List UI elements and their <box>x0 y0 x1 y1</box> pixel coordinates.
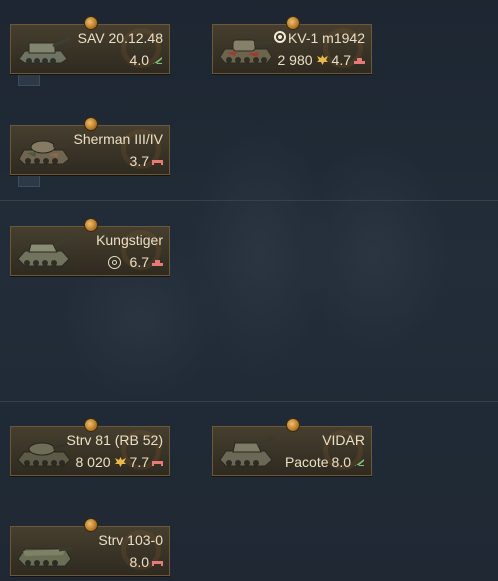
rank-medal-icon <box>84 117 98 131</box>
golden-eagle-icon <box>316 55 328 65</box>
vehicle-name: KV-1 m1942 <box>287 30 365 46</box>
vehicle-card-strv-81-rb-52[interactable]: Strv 81 (RB 52) 8 020 7.7 <box>10 418 170 476</box>
tree-connector <box>18 175 40 187</box>
row-divider <box>0 200 498 201</box>
vehicle-name: VIDAR <box>322 432 365 448</box>
vehicle-name: Sherman III/IV <box>73 131 163 147</box>
vehicle-card-kv-1-m1942[interactable]: KV-1 m1942 2 980 4.7 <box>212 16 372 74</box>
vehicle-stats: 8 020 7.7 <box>75 454 163 470</box>
vehicle-card-strv-103-0[interactable]: Strv 103-0 8.0 <box>10 518 170 576</box>
rank-medal-icon <box>84 518 98 532</box>
battle-rating: 4.7 <box>331 52 351 68</box>
heavy-tank-icon <box>219 39 274 64</box>
vehicle-stats: 8.0 <box>130 554 163 570</box>
vehicle-card-sherman-iii-iv[interactable]: Sherman III/IV 3.7 <box>10 117 170 175</box>
rank-medal-icon <box>84 218 98 232</box>
vehicle-name: Strv 81 (RB 52) <box>66 432 163 448</box>
row-divider <box>0 401 498 402</box>
target-icon <box>273 31 286 43</box>
vehicle-stats: 3.7 <box>130 153 163 169</box>
heavy-tank-role-icon <box>152 259 163 266</box>
medium-tank-icon <box>18 140 72 165</box>
vehicle-stats: 4.0 <box>130 52 163 68</box>
heavy-tank-role-icon <box>354 57 365 64</box>
vehicle-stats: Pacote 8.0 <box>285 454 365 470</box>
vehicle-name: Strv 103-0 <box>98 532 163 548</box>
medium-tank-icon <box>17 546 73 567</box>
golden-eagle-icon <box>114 457 126 467</box>
battle-rating: 7.7 <box>129 454 149 470</box>
vehicle-stats: 6.7 <box>107 254 163 270</box>
battle-rating: 3.7 <box>129 153 149 169</box>
tank-destroyer-role-icon <box>153 56 162 64</box>
spg-icon <box>18 36 71 64</box>
medium-tank-role-icon <box>152 460 163 466</box>
medium-tank-icon <box>17 441 73 467</box>
tree-connector <box>18 74 40 86</box>
research-cost: 2 980 <box>277 52 313 68</box>
vehicle-stats: 2 980 4.7 <box>277 52 365 68</box>
squadron-icon <box>107 255 121 269</box>
spg-icon <box>219 435 275 467</box>
background-haze <box>300 140 450 360</box>
tank-destroyer-role-icon <box>355 458 364 466</box>
battle-rating: 6.7 <box>129 254 149 270</box>
heavy-tank-icon <box>17 233 73 267</box>
research-cost: 8 020 <box>75 454 111 470</box>
vehicle-name: Kungstiger <box>96 232 163 248</box>
label-prefix: Pacote <box>284 454 329 470</box>
battle-rating: 8.0 <box>331 454 351 470</box>
battle-rating: 8.0 <box>129 554 149 570</box>
rank-medal-icon <box>286 16 300 30</box>
medium-tank-role-icon <box>152 159 163 165</box>
vehicle-card-vidar[interactable]: VIDAR Pacote 8.0 <box>212 418 372 476</box>
vehicle-card-sav-20-12-48[interactable]: SAV 20.12.48 4.0 <box>10 16 170 74</box>
vehicle-card-kungstiger[interactable]: Kungstiger 6.7 <box>10 218 170 276</box>
vehicle-name: SAV 20.12.48 <box>77 30 163 46</box>
battle-rating: 4.0 <box>129 52 149 68</box>
rank-medal-icon <box>286 418 300 432</box>
rank-medal-icon <box>84 418 98 432</box>
rank-medal-icon <box>84 16 98 30</box>
medium-tank-role-icon <box>152 560 163 566</box>
vehicle-name-row: KV-1 m1942 <box>273 30 365 46</box>
